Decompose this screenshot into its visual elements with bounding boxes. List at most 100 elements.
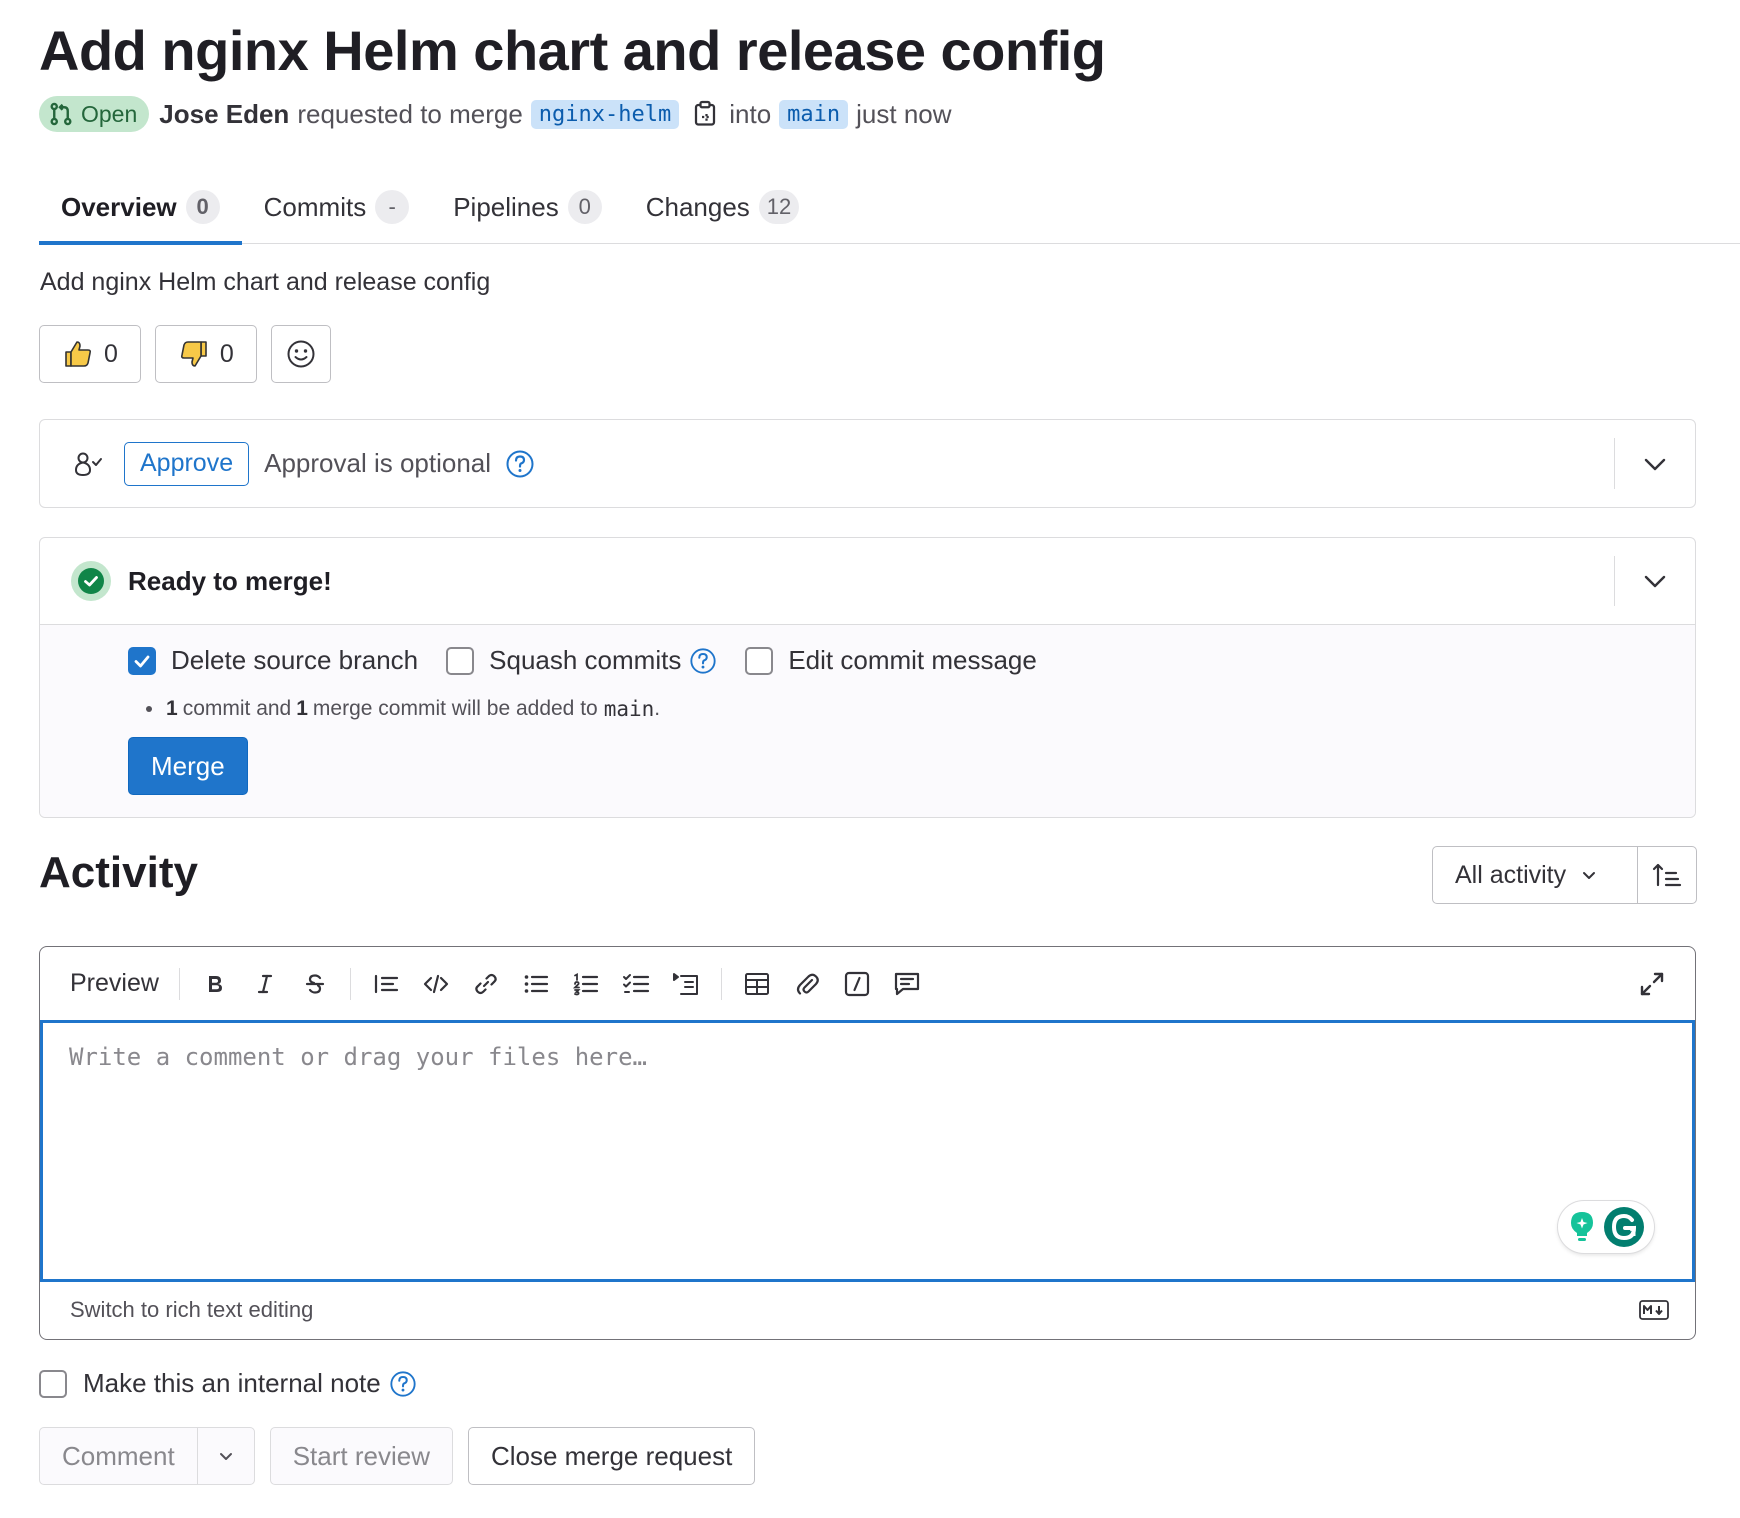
- collapsible-section-button[interactable]: [661, 959, 711, 1009]
- table-button[interactable]: [732, 959, 782, 1009]
- switch-to-rich-text-link[interactable]: Switch to rich text editing: [70, 1297, 313, 1323]
- details-block-icon: [672, 972, 698, 995]
- comment-button[interactable]: Comment: [40, 1428, 198, 1484]
- tab-label: Pipelines: [453, 191, 559, 222]
- squash-help-icon[interactable]: [689, 647, 717, 675]
- approval-widget: Approve Approval is optional: [39, 419, 1696, 508]
- tab-count: -: [375, 190, 410, 224]
- divider: [1614, 556, 1615, 606]
- task-list-button[interactable]: [611, 959, 661, 1009]
- quote-button[interactable]: [361, 959, 411, 1009]
- internal-note-checkbox[interactable]: [39, 1369, 67, 1398]
- editor-footer: Switch to rich text editing: [40, 1280, 1695, 1339]
- editor-toolbar: Preview: [40, 947, 1695, 1020]
- activity-controls: All activity: [1432, 846, 1697, 904]
- quote-icon: [374, 974, 399, 993]
- code-button[interactable]: [411, 959, 461, 1009]
- activity-heading: Activity: [39, 848, 198, 897]
- slash-command-icon: [844, 971, 870, 996]
- tab-changes[interactable]: Changes 12: [624, 170, 822, 244]
- internal-note-help-icon[interactable]: [389, 1370, 417, 1398]
- italic-button[interactable]: [240, 959, 290, 1009]
- link-icon: [475, 973, 497, 994]
- activity-filter-dropdown[interactable]: All activity: [1433, 847, 1638, 903]
- chevron-down-icon: [1583, 872, 1596, 879]
- toolbar-separator: [349, 967, 351, 1000]
- bullet-list-button[interactable]: [511, 959, 561, 1009]
- thumbs-down-icon: [180, 341, 207, 367]
- close-merge-request-button[interactable]: Close merge request: [467, 1427, 756, 1485]
- thumbs-down-button[interactable]: 0: [154, 325, 257, 383]
- toolbar-separator: [720, 967, 722, 1000]
- merge-request-icon: [50, 102, 72, 126]
- comment-type-dropdown[interactable]: [198, 1428, 254, 1484]
- chevron-down-icon: [219, 1453, 232, 1460]
- sort-lowest-icon: [1652, 863, 1682, 887]
- italic-icon: [257, 974, 273, 993]
- bold-button[interactable]: [190, 959, 240, 1009]
- comment-templates-button[interactable]: [882, 959, 932, 1009]
- internal-note-option[interactable]: Make this an internal note: [39, 1368, 417, 1399]
- internal-note-label: Make this an internal note: [83, 1368, 381, 1398]
- tab-label: Changes: [645, 191, 750, 222]
- bold-icon: [208, 975, 222, 992]
- check-icon: [134, 655, 150, 667]
- award-emoji-bar: 0 0: [39, 325, 331, 383]
- smiley-icon: [287, 340, 315, 368]
- tab-count: 12: [758, 190, 800, 224]
- fullscreen-button[interactable]: [1627, 959, 1677, 1009]
- expand-merge-chevron-down-icon[interactable]: [1641, 567, 1669, 595]
- approval-icon: [72, 449, 104, 479]
- slash-commands-button[interactable]: [832, 959, 882, 1009]
- edit-commit-message-checkbox[interactable]: [745, 646, 774, 675]
- tab-pipelines[interactable]: Pipelines 0: [431, 170, 624, 244]
- bullet-list-icon: [524, 974, 549, 993]
- approve-button[interactable]: Approve: [124, 441, 250, 486]
- edit-commit-message-option[interactable]: Edit commit message: [745, 645, 1037, 676]
- comment-actions: Comment Start review Close merge request: [39, 1427, 756, 1485]
- table-icon: [744, 972, 769, 995]
- comment-textarea[interactable]: [43, 1023, 1692, 1279]
- comment-editor: Preview Switch to rich text editing: [39, 946, 1696, 1340]
- author-name[interactable]: Jose Eden: [159, 99, 289, 130]
- mr-description: Add nginx Helm chart and release config: [40, 268, 491, 296]
- expand-approval-chevron-down-icon[interactable]: [1641, 450, 1669, 478]
- attach-file-button[interactable]: [782, 959, 832, 1009]
- tab-label: Overview: [61, 191, 177, 222]
- start-review-button[interactable]: Start review: [269, 1427, 453, 1485]
- tab-commits[interactable]: Commits -: [242, 170, 432, 244]
- delete-source-branch-option[interactable]: Delete source branch: [128, 645, 418, 676]
- source-branch[interactable]: nginx-helm: [530, 99, 680, 129]
- thumbs-up-button[interactable]: 0: [39, 325, 141, 383]
- copy-branch-icon[interactable]: [693, 100, 717, 128]
- link-button[interactable]: [461, 959, 511, 1009]
- tab-overview[interactable]: Overview 0: [39, 170, 242, 245]
- strikethrough-button[interactable]: [290, 959, 340, 1009]
- delete-source-branch-checkbox[interactable]: [128, 646, 156, 675]
- sort-direction-button[interactable]: [1638, 847, 1696, 903]
- markdown-icon[interactable]: [1639, 1299, 1669, 1320]
- merge-status-text: Ready to merge!: [128, 565, 332, 596]
- info-period: .: [654, 697, 661, 720]
- toolbar-separator: [178, 967, 180, 1000]
- grammarly-widget[interactable]: [1558, 1201, 1654, 1253]
- merge-options: Delete source branch Squash commits Edit…: [128, 645, 1065, 676]
- target-branch[interactable]: main: [779, 99, 849, 129]
- numbered-list-button[interactable]: [561, 959, 611, 1009]
- merge-widget-header: Ready to merge!: [40, 538, 1695, 625]
- squash-commits-checkbox[interactable]: [446, 646, 475, 675]
- squash-commits-option[interactable]: Squash commits: [446, 645, 717, 676]
- code-icon: [423, 974, 449, 993]
- activity-filter-label: All activity: [1455, 860, 1567, 889]
- merge-button[interactable]: Merge: [128, 737, 248, 795]
- tab-count: 0: [185, 190, 220, 224]
- status-badge: Open: [39, 96, 150, 132]
- into-text: into: [729, 98, 772, 129]
- preview-tab[interactable]: Preview: [70, 969, 159, 998]
- add-reaction-button[interactable]: [270, 325, 331, 383]
- grammarly-logo-icon: [1604, 1207, 1644, 1247]
- commit-text: commit and: [182, 697, 292, 720]
- merge-target-branch: main: [603, 697, 655, 721]
- approval-help-icon[interactable]: [505, 449, 535, 479]
- requested-text: requested to merge: [297, 98, 523, 129]
